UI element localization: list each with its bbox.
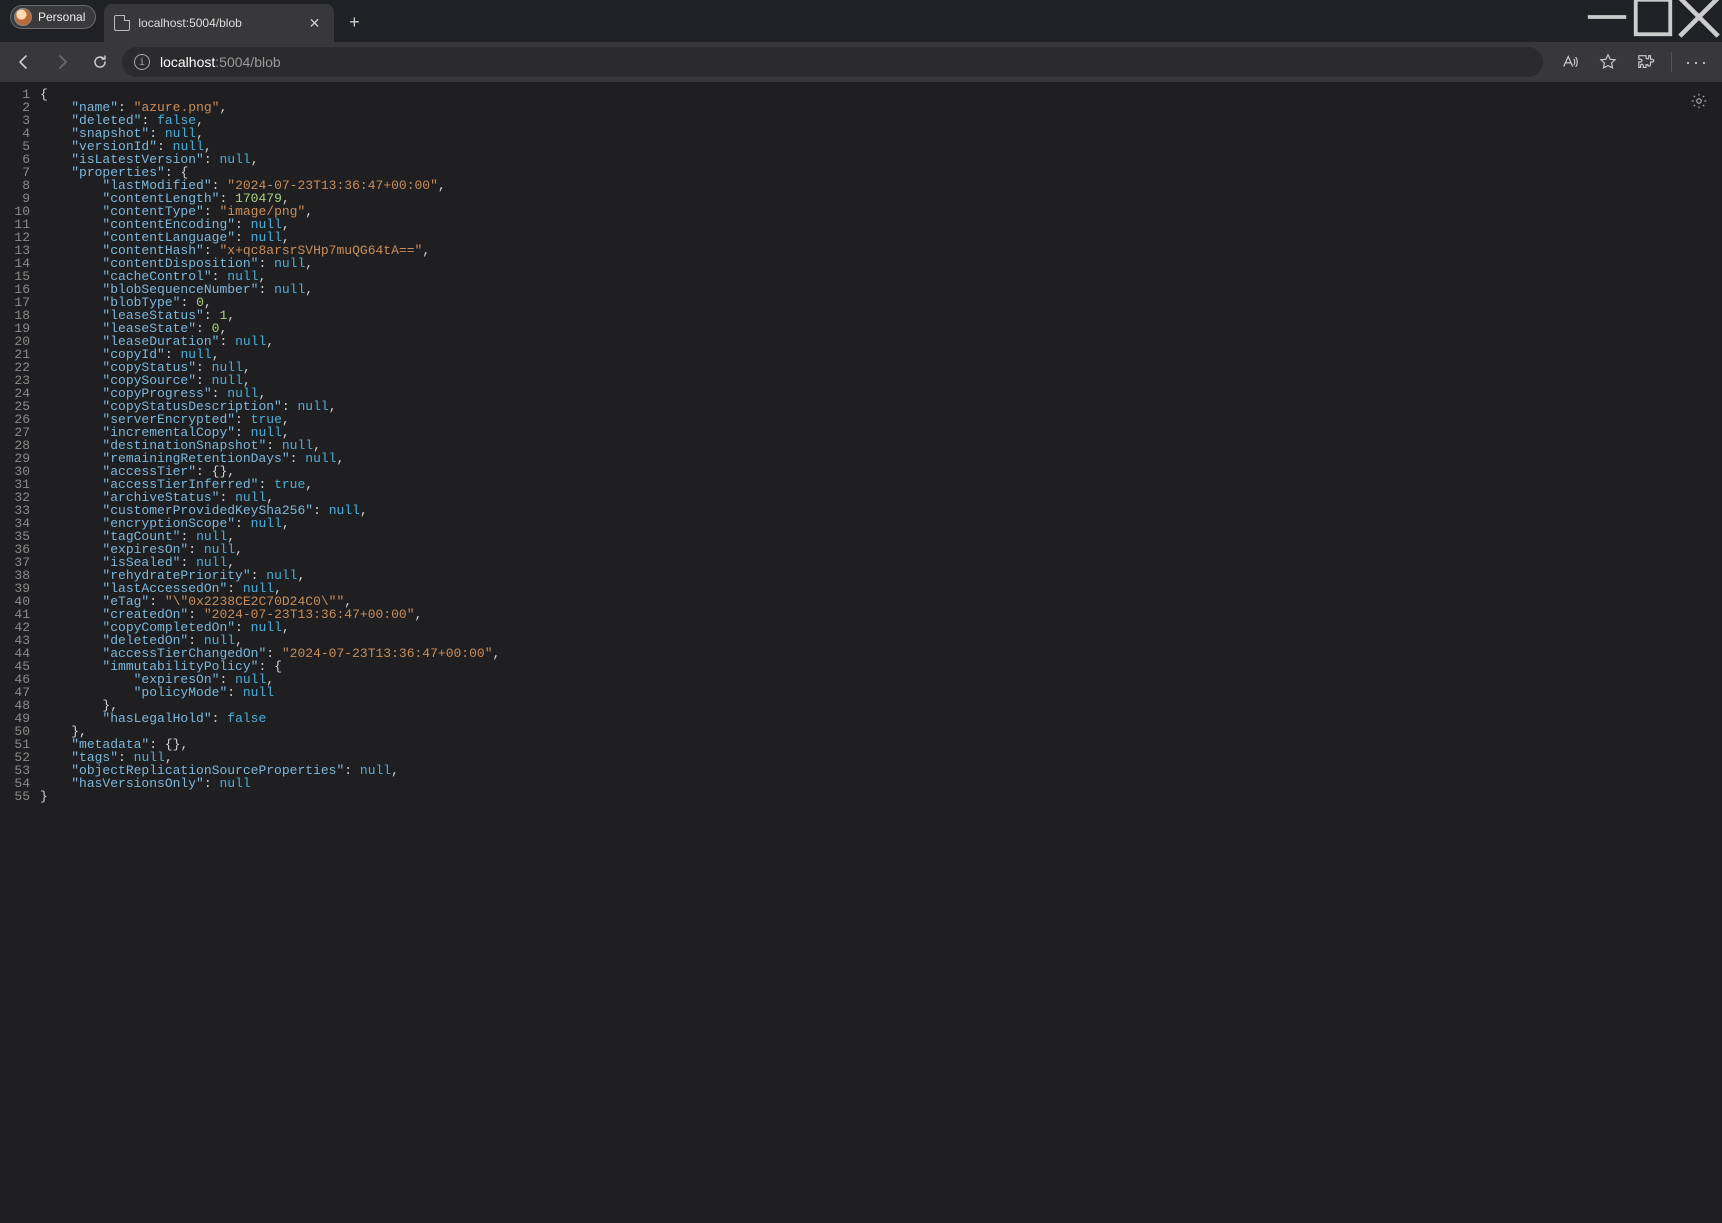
window-titlebar: Personal localhost:5004/blob ✕ + [0, 0, 1722, 42]
line-number: 1 [0, 88, 36, 101]
favorite-button[interactable] [1591, 45, 1625, 79]
page-icon [114, 15, 130, 31]
code-line: } [40, 790, 500, 803]
line-number: 4 [0, 127, 36, 140]
menu-button[interactable]: ··· [1680, 45, 1714, 79]
read-aloud-button[interactable] [1553, 45, 1587, 79]
close-window-button[interactable] [1676, 0, 1722, 34]
address-bar[interactable]: i localhost:5004/blob [122, 47, 1543, 77]
viewer-settings-button[interactable] [1690, 92, 1708, 113]
refresh-button[interactable] [84, 46, 116, 78]
forward-button[interactable] [46, 46, 78, 78]
line-number: 3 [0, 114, 36, 127]
window-controls [1584, 0, 1722, 34]
site-info-icon[interactable]: i [134, 54, 150, 70]
url-host: localhost [160, 54, 215, 70]
new-tab-button[interactable]: + [342, 10, 366, 34]
tab-title: localhost:5004/blob [138, 16, 296, 30]
back-button[interactable] [8, 46, 40, 78]
url-path: :5004/blob [215, 54, 280, 70]
profile-switcher[interactable]: Personal [10, 5, 96, 29]
json-code[interactable]: { "name": "azure.png", "deleted": false,… [36, 82, 500, 1223]
close-tab-button[interactable]: ✕ [305, 13, 325, 34]
avatar [14, 8, 32, 26]
code-line: "hasVersionsOnly": null [40, 777, 500, 790]
code-line: "hasLegalHold": false [40, 712, 500, 725]
profile-label: Personal [38, 10, 85, 24]
line-number: 7 [0, 166, 36, 179]
line-number: 8 [0, 179, 36, 192]
line-number: 2 [0, 101, 36, 114]
line-number: 6 [0, 153, 36, 166]
browser-toolbar: i localhost:5004/blob ··· [0, 42, 1722, 82]
browser-tab[interactable]: localhost:5004/blob ✕ [104, 4, 334, 42]
toolbar-right: ··· [1553, 45, 1714, 79]
toolbar-separator [1671, 52, 1672, 72]
minimize-button[interactable] [1584, 0, 1630, 34]
maximize-button[interactable] [1630, 0, 1676, 34]
line-number: 55 [0, 790, 36, 803]
url-text: localhost:5004/blob [160, 54, 281, 70]
line-number: 5 [0, 140, 36, 153]
extensions-button[interactable] [1629, 45, 1663, 79]
json-viewer: 1234567891011121314151617181920212223242… [0, 82, 1722, 1223]
line-number-gutter: 1234567891011121314151617181920212223242… [0, 82, 36, 1223]
